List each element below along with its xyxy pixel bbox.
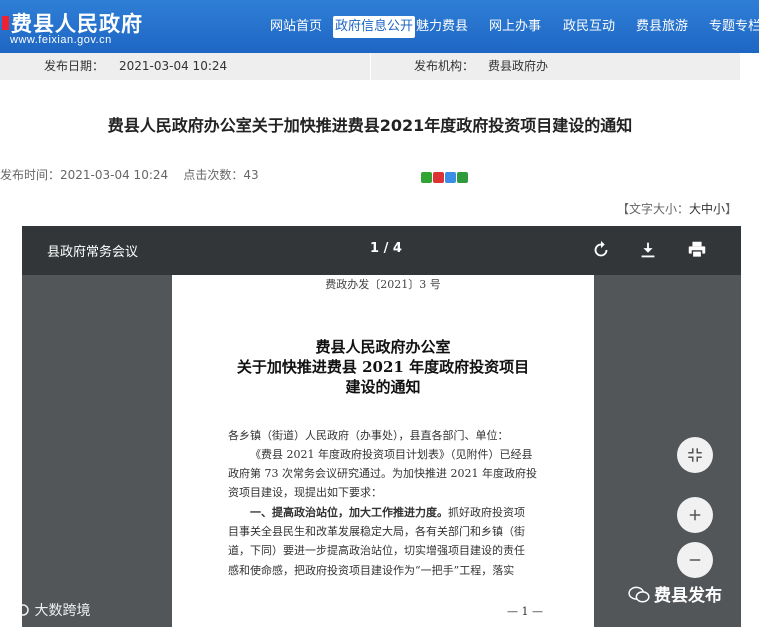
plus-icon — [689, 509, 701, 521]
douban-share-icon[interactable] — [457, 172, 468, 183]
nav-gov-info[interactable]: 政府信息公开 — [333, 16, 416, 38]
body-line: 资项目建设，现提出如下要求： — [228, 486, 382, 499]
body-line: 道，下同）要进一步提高政治站位，切实增强项目建设的责任 — [228, 544, 525, 557]
weibo-share-icon[interactable] — [433, 172, 444, 183]
body-line: 目事关全县民生和改革发展稳定大局，各有关部门和乡镇（街 — [228, 525, 525, 538]
font-size-large[interactable]: 大 — [689, 202, 701, 216]
rotate-icon[interactable] — [590, 239, 612, 261]
download-icon[interactable] — [637, 239, 659, 261]
page-footer: — 1 — — [507, 605, 543, 618]
meta-bar: 发布日期： 2021-03-04 10:24 发布机构： 费县政府办 — [0, 53, 740, 80]
fit-page-button[interactable] — [677, 437, 713, 473]
wechat-share-icon[interactable] — [421, 172, 432, 183]
page-indicator: 1 / 4 — [370, 241, 402, 256]
main-nav: 网站首页 政府信息公开 魅力费县 网上办事 政民互动 费县旅游 专题专栏 — [0, 16, 759, 38]
article-title: 费县人民政府办公室关于加快推进费县2021年度政府投资项目建设的通知 — [107, 116, 633, 135]
watermark-right: 费县发布 — [628, 581, 722, 606]
nav-interaction[interactable]: 政民互动 — [561, 16, 617, 38]
wechat-icon — [628, 586, 650, 603]
nav-topics[interactable]: 专题专栏 — [707, 16, 759, 38]
date-label: 发布日期： — [44, 59, 105, 73]
share-bar — [421, 168, 469, 183]
font-size-control: 【文字大小：大中小】 — [617, 202, 738, 216]
font-size-medium[interactable]: 中 — [701, 202, 713, 216]
body-line: 一、提高政治站位，加大工作推进力度。抓好政府投资项 — [250, 506, 525, 519]
pdf-title: 县政府常务会议 — [47, 245, 139, 260]
body-line: 政府第 73 次常务会议研究通过。为加快推进 2021 年度政府投 — [228, 467, 537, 480]
pdf-page: 费政办发〔2021〕3 号 费县人民政府办公室 关于加快推进费县 2021 年度… — [172, 275, 594, 627]
nav-home[interactable]: 网站首页 — [268, 16, 324, 38]
print-icon[interactable] — [686, 239, 708, 261]
body-line: 感和使命感，把政府投资项目建设作为“一把手”工程，落实 — [228, 564, 515, 577]
org-value: 费县政府办 — [488, 59, 549, 73]
nav-charm[interactable]: 魅力费县 — [414, 16, 470, 38]
date-value: 2021-03-04 10:24 — [119, 59, 228, 73]
qzone-share-icon[interactable] — [445, 172, 456, 183]
publish-info: 发布时间：2021-03-04 10:24 点击次数：43 — [0, 166, 259, 183]
body-line: 各乡镇（街道）人民政府（办事处），县直各部门、单位： — [228, 429, 509, 442]
publish-time: 发布时间：2021-03-04 10:24 — [0, 168, 169, 182]
body-line: 《费县 2021 年度政府投资项目计划表》（见附件）已经县 — [250, 448, 533, 461]
fit-page-icon — [688, 448, 702, 462]
zoom-in-button[interactable] — [677, 497, 713, 533]
org-label: 发布机构： — [414, 59, 475, 73]
click-count: 点击次数：43 — [183, 168, 259, 182]
nav-online-service[interactable]: 网上办事 — [487, 16, 543, 38]
nav-tourism[interactable]: 费县旅游 — [634, 16, 690, 38]
watermark-left: 大数跨境 — [8, 600, 90, 620]
site-header: 费县人民政府 www.feixian.gov.cn 网站首页 政府信息公开 魅力… — [0, 0, 759, 53]
font-size-small[interactable]: 小 — [713, 202, 725, 216]
document-title: 费县人民政府办公室 关于加快推进费县 2021 年度政府投资项目 建设的通知 — [236, 338, 530, 396]
pdf-viewer[interactable]: 县政府常务会议 1 / 4 费政办发〔2021〕3 号 费县人民政府办公室 关于… — [22, 226, 741, 627]
document-number: 费政办发〔2021〕3 号 — [325, 278, 441, 291]
meta-divider — [370, 53, 371, 80]
minus-icon — [689, 559, 701, 561]
kol-logo-icon — [8, 604, 29, 616]
pdf-toolbar: 县政府常务会议 1 / 4 — [22, 226, 741, 275]
zoom-out-button[interactable] — [677, 542, 713, 578]
